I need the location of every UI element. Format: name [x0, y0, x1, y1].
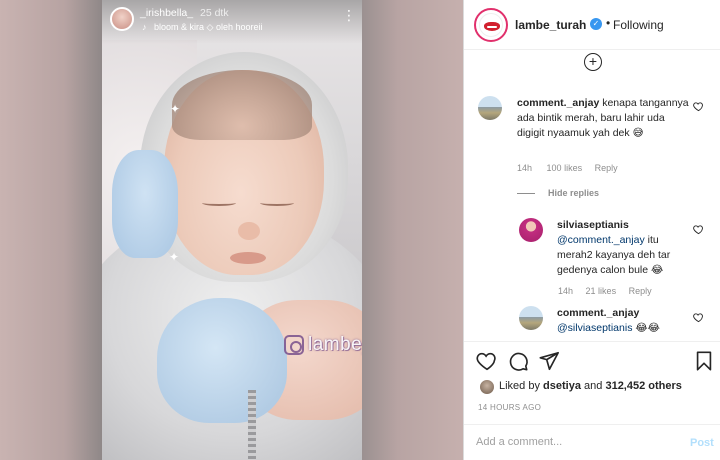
story-music-title: bloom & kira — [154, 22, 205, 32]
comment-username[interactable]: comment._anjay — [517, 97, 599, 109]
reply-avatar[interactable] — [519, 218, 543, 242]
blue-mitten-upper — [112, 150, 178, 258]
post-actions: Liked by dsetiya and 312,452 others 14 H… — [464, 341, 720, 419]
watermark: lambe_turah — [280, 330, 362, 360]
lips-logo-icon — [484, 22, 500, 31]
account-avatar[interactable] — [474, 8, 508, 42]
music-icon: ♪ — [142, 22, 147, 32]
reply-time: 14h — [558, 286, 574, 296]
reply-username[interactable]: silviaseptianis — [557, 218, 691, 233]
baby-eye-right — [260, 200, 294, 206]
add-comment-bar: Post — [464, 424, 720, 460]
story-screenshot-image: ✦ ✦ _irishbella_ 25 dtk ♪ bloom & kira ◇… — [102, 0, 362, 460]
avatar-inner — [479, 13, 503, 37]
reply-body: comment._anjay @silviaseptianis 😂😂 — [557, 306, 691, 336]
instagram-icon — [284, 335, 304, 355]
add-comment-input[interactable] — [476, 433, 676, 451]
comment-avatar[interactable] — [478, 96, 502, 120]
post-side-panel: lambe_turah ✓ • Following + comment._anj… — [463, 0, 720, 460]
comment-likes[interactable]: 100 likes — [547, 163, 583, 173]
post-timestamp[interactable]: 14 HOURS AGO — [478, 403, 541, 412]
share-paper-plane-icon[interactable] — [538, 350, 560, 372]
sparkle-icon: ✦ — [170, 102, 181, 116]
comment-meta: 14h 100 likes Reply — [517, 163, 618, 173]
comment-bubble-icon[interactable] — [507, 350, 529, 372]
story-avatar — [110, 7, 134, 31]
comment-body: comment._anjay kenapa tangannya ada bint… — [517, 96, 689, 141]
verified-badge-icon: ✓ — [590, 18, 602, 30]
liked-by-avatar[interactable] — [480, 380, 494, 394]
hide-replies-line — [517, 193, 535, 194]
post-comment-button[interactable]: Post — [690, 437, 714, 449]
baby-hair — [172, 70, 312, 140]
liked-by-text[interactable]: Liked by dsetiya and 312,452 others — [499, 380, 682, 392]
like-heart-icon[interactable] — [476, 350, 498, 372]
baby-mouth — [230, 252, 266, 264]
reply-avatar[interactable] — [519, 306, 543, 330]
sparkle-icon: ✦ — [169, 250, 180, 264]
comment-time: 14h — [517, 163, 533, 173]
reply-reply-button[interactable]: Reply — [629, 286, 652, 296]
story-music-separator: ◇ — [206, 22, 214, 32]
baby-eye-left — [202, 200, 236, 206]
story-time: 25 dtk — [200, 7, 229, 19]
story-username: _irishbella_ — [140, 7, 194, 19]
liked-by-middle: and — [584, 380, 603, 392]
zipper — [248, 390, 256, 460]
liked-by-user[interactable]: dsetiya — [543, 380, 581, 392]
hide-replies-button[interactable]: Hide replies — [548, 188, 599, 198]
more-vertical-icon: ⋮ — [342, 7, 356, 23]
like-reply-heart-icon[interactable] — [693, 312, 704, 323]
blue-mitten-lower — [157, 298, 287, 423]
reply-body: silviaseptianis @comment._anjay itu mera… — [557, 218, 691, 278]
post-media[interactable]: ✦ ✦ _irishbella_ 25 dtk ♪ bloom & kira ◇… — [0, 0, 463, 460]
baby-nose — [238, 222, 260, 240]
reply-text: 😂😂 — [635, 322, 660, 334]
account-username[interactable]: lambe_turah — [515, 18, 586, 32]
reply-username[interactable]: comment._anjay — [557, 306, 691, 321]
load-more-comments-plus-icon[interactable]: + — [584, 53, 602, 71]
like-comment-heart-icon[interactable] — [693, 101, 704, 112]
post-header: lambe_turah ✓ • Following — [464, 0, 720, 50]
reply-meta: 14h 21 likes Reply — [558, 286, 652, 296]
reply-mention[interactable]: @silviaseptianis — [557, 322, 632, 334]
reply-likes[interactable]: 21 likes — [586, 286, 617, 296]
comment-reply-button[interactable]: Reply — [595, 163, 618, 173]
save-bookmark-icon[interactable] — [693, 350, 715, 372]
story-music-artist: oleh hooreii — [215, 22, 263, 32]
liked-by-count[interactable]: 312,452 others — [605, 380, 681, 392]
separator-dot: • — [606, 16, 611, 30]
comments-list[interactable]: + comment._anjay kenapa tangannya ada bi… — [464, 51, 720, 341]
following-button[interactable]: Following — [613, 18, 664, 32]
like-reply-heart-icon[interactable] — [693, 224, 704, 235]
story-music: bloom & kira ◇ oleh hooreii — [154, 22, 263, 33]
watermark-text: lambe_turah — [308, 334, 362, 355]
reply-mention[interactable]: @comment._anjay — [557, 234, 645, 246]
liked-by-prefix: Liked by — [499, 380, 540, 392]
